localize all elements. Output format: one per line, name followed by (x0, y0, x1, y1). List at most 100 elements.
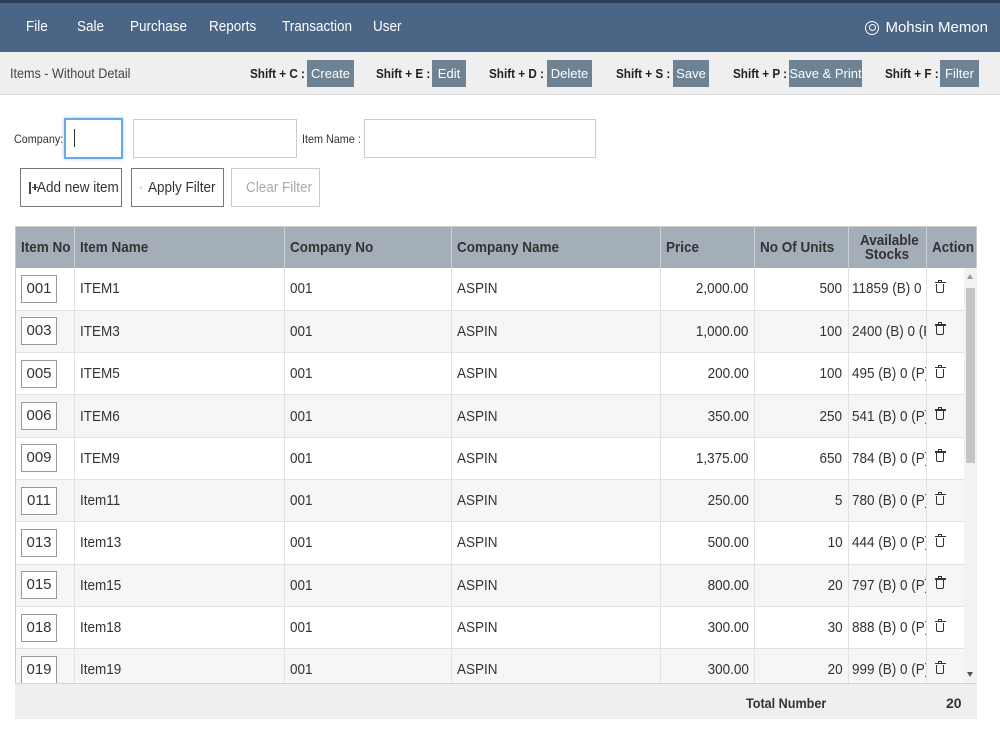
col-item-no[interactable]: Item No (16, 227, 75, 268)
scroll-up-arrow-icon[interactable] (967, 274, 973, 279)
plus-square-icon (29, 181, 38, 194)
top-nav-bar: File Sale Purchase Reports Transaction U… (0, 0, 1000, 52)
cell-available-stocks: 797 (B) 0 (P) (848, 564, 927, 607)
grid-scrollbar[interactable] (964, 268, 977, 683)
cell-company-name: ASPIN (451, 606, 661, 650)
menu-user[interactable]: User (373, 18, 402, 35)
cell-price: 250.00 (660, 479, 755, 523)
delete-icon[interactable] (934, 533, 946, 548)
cell-price: 2,000.00 (660, 268, 755, 311)
item-name-label: Item Name : (302, 132, 361, 146)
cell-price: 350.00 (660, 394, 755, 438)
company-code-input[interactable] (64, 118, 123, 159)
company-label: Company: (14, 132, 64, 146)
col-available-stocks[interactable]: Available Stocks (848, 227, 927, 268)
cell-units: 650 (754, 437, 849, 480)
cell-company-no: 001 (284, 437, 452, 480)
cell-units: 250 (754, 394, 849, 438)
table-row[interactable]: 006 ITEM6 001 ASPIN 350.00 250 541 (B) 0 (P) (16, 394, 976, 438)
cell-item-no[interactable]: 006 (16, 394, 75, 438)
delete-icon[interactable] (934, 279, 946, 294)
menu-reports[interactable]: Reports (209, 18, 256, 35)
cell-available-stocks: 888 (B) 0 (P) (848, 606, 927, 650)
user-menu[interactable]: Mohsin Memon (865, 19, 988, 36)
delete-icon[interactable] (934, 576, 946, 590)
user-name: Mohsin Memon (885, 19, 988, 36)
col-no-of-units[interactable]: No Of Units (754, 227, 849, 268)
menu-file[interactable]: File (26, 18, 48, 35)
cell-available-stocks: 541 (B) 0 (P) (848, 394, 927, 438)
table-row[interactable]: 003ITEM3001ASPIN1,000.001002400 (B) 0 (P… (16, 310, 976, 354)
delete-button[interactable]: Delete (547, 60, 592, 87)
cell-item-no[interactable]: 018 (16, 606, 75, 650)
scroll-down-arrow-icon[interactable] (967, 672, 973, 677)
cell-item-no[interactable]: 011 (16, 479, 75, 523)
cell-company-no: 001 (284, 564, 452, 607)
menu-transaction[interactable]: Transaction (282, 18, 352, 35)
delete-icon[interactable] (934, 660, 946, 675)
page-title: Items - Without Detail (10, 65, 131, 81)
table-row[interactable]: 009 ITEM9 001 ASPIN 1,375.00 650 784 (B) 0 (P) (16, 437, 976, 480)
table-row[interactable]: 011 Item11 001 ASPIN 250.00 5 780 (B) 0 (P) (16, 479, 976, 523)
shortcut-keys-edit: Shift + E : (376, 66, 431, 81)
clear-filter-button[interactable]: Clear Filter (231, 168, 320, 207)
shortcut-keys-create: Shift + C : (250, 66, 305, 81)
cell-item-no[interactable]: 005 (16, 352, 75, 396)
cell-company-name: ASPIN (451, 564, 661, 607)
cell-item-no[interactable]: 013 (16, 521, 75, 565)
delete-icon[interactable] (934, 322, 946, 336)
delete-icon[interactable] (934, 618, 946, 633)
cell-company-name: ASPIN (451, 521, 661, 565)
shortcut-keys-save: Shift + S : (616, 66, 671, 81)
delete-icon[interactable] (934, 364, 946, 379)
total-number-value: 20 (946, 695, 962, 711)
col-price[interactable]: Price (660, 227, 755, 268)
col-company-no[interactable]: Company No (284, 227, 452, 268)
cell-company-no: 001 (284, 606, 452, 650)
cell-item-no[interactable]: 015 (16, 564, 75, 607)
cell-units: 100 (754, 310, 849, 354)
scroll-thumb[interactable] (966, 288, 975, 463)
cell-units: 100 (754, 352, 849, 396)
edit-button[interactable]: Edit (432, 60, 466, 87)
cell-available-stocks: 780 (B) 0 (P) (848, 479, 927, 523)
cell-item-no[interactable]: 003 (16, 310, 75, 354)
shortcut-keys-save-print: Shift + P : (733, 66, 788, 81)
cell-company-no: 001 (284, 352, 452, 396)
menu-purchase[interactable]: Purchase (130, 18, 187, 35)
cell-item-name: Item18 (74, 606, 285, 650)
table-header-row: Item No Item Name Company No Company Nam… (16, 227, 976, 268)
delete-icon[interactable] (934, 449, 946, 463)
delete-icon[interactable] (934, 491, 946, 506)
cell-company-name: ASPIN (451, 394, 661, 438)
add-item-button[interactable]: Add new item (20, 168, 122, 207)
item-name-input[interactable] (364, 119, 596, 158)
items-table: Item No Item Name Company No Company Nam… (16, 227, 976, 692)
cell-item-no[interactable]: 001 (16, 268, 75, 311)
table-body: 001ITEM1001ASPIN2,000.0050011859 (B) 0 (… (16, 268, 976, 692)
save-button[interactable]: Save (673, 60, 709, 87)
menu-sale[interactable]: Sale (77, 18, 104, 35)
cell-company-no: 001 (284, 479, 452, 523)
create-button[interactable]: Create (307, 60, 354, 87)
col-company-name[interactable]: Company Name (451, 227, 661, 268)
table-row[interactable]: 001ITEM1001ASPIN2,000.0050011859 (B) 0 (… (16, 268, 976, 311)
apply-filter-button[interactable]: Apply Filter (131, 168, 224, 207)
cell-item-no[interactable]: 009 (16, 437, 75, 480)
apply-filter-label: Apply Filter (147, 179, 216, 196)
save-print-button[interactable]: Save & Print (789, 60, 862, 87)
company-name-input[interactable] (133, 119, 297, 158)
table-row[interactable]: 013 Item13 001 ASPIN 500.00 10 444 (B) 0 (P) (16, 521, 976, 565)
delete-icon[interactable] (934, 407, 946, 421)
table-row[interactable]: 018 Item18 001 ASPIN 300.00 30 888 (B) 0 (P) (16, 606, 976, 650)
cell-item-name: Item13 (74, 521, 285, 565)
filter-button[interactable]: Filter (940, 60, 979, 87)
table-row[interactable]: 005 ITEM5 001 ASPIN 200.00 100 495 (B) 0 (P) (16, 352, 976, 396)
cell-price: 200.00 (660, 352, 755, 396)
shortcut-keys-delete: Shift + D : (489, 66, 544, 81)
cell-price: 500.00 (660, 521, 755, 565)
cell-item-name: Item15 (74, 564, 285, 607)
table-row[interactable]: 015 Item15 001 ASPIN 800.00 20 797 (B) 0 (P) (16, 564, 976, 607)
cell-company-no: 001 (284, 394, 452, 438)
col-item-name[interactable]: Item Name (74, 227, 285, 268)
